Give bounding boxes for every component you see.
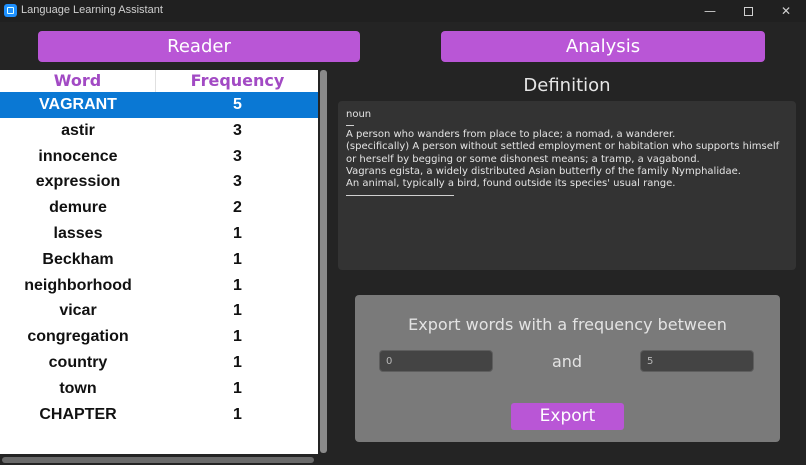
table-body: VAGRANT 5 astir 3 innocence 3 expression 3 demur…	[0, 92, 318, 427]
definition-line: (specifically) A person without settled …	[346, 141, 780, 165]
table-row[interactable]: VAGRANT 5	[0, 92, 318, 118]
frequency-cell: 2	[233, 199, 242, 217]
definition-divider	[346, 195, 454, 197]
word-cell: congregation	[27, 328, 129, 346]
word-cell: astir	[61, 121, 95, 139]
frequency-cell: 3	[233, 173, 242, 191]
reader-button[interactable]: Reader	[38, 31, 360, 62]
definition-text-box[interactable]: noun A person who wanders from place to …	[338, 101, 796, 270]
table-row[interactable]: innocence 3	[0, 144, 318, 170]
max-frequency-input[interactable]	[640, 350, 754, 372]
word-cell: CHAPTER	[39, 405, 117, 423]
frequency-cell: 1	[233, 328, 242, 346]
table-row[interactable]: vicar 1	[0, 298, 318, 324]
word-cell: vicar	[59, 302, 97, 320]
word-frequency-table: Word Frequency VAGRANT 5 astir 3 innocence 3 e…	[0, 70, 318, 454]
frequency-cell: 1	[233, 250, 242, 268]
table-row[interactable]: astir 3	[0, 118, 318, 144]
word-cell: expression	[35, 173, 121, 191]
table-vertical-scrollbar[interactable]	[320, 70, 327, 453]
frequency-cell: 1	[233, 224, 242, 242]
word-cell: demure	[49, 199, 107, 217]
frequency-cell: 1	[233, 302, 242, 320]
word-cell: Beckham	[42, 250, 114, 268]
window-title: Language Learning Assistant	[21, 4, 163, 16]
analysis-button[interactable]: Analysis	[441, 31, 765, 62]
definition-lines: A person who wanders from place to place…	[346, 129, 788, 190]
word-cell: VAGRANT	[39, 96, 117, 113]
word-cell: town	[59, 379, 97, 397]
maximize-icon	[743, 7, 753, 16]
column-header-frequency[interactable]: Frequency	[157, 70, 318, 92]
maximize-button[interactable]	[730, 0, 766, 22]
table-row[interactable]: Beckham 1	[0, 247, 318, 273]
word-cell: country	[48, 353, 108, 371]
export-label: Export words with a frequency between	[408, 315, 727, 334]
table-row[interactable]: expression 3	[0, 169, 318, 195]
frequency-cell: 1	[233, 405, 242, 423]
table-row[interactable]: country 1	[0, 350, 318, 376]
min-frequency-input[interactable]	[379, 350, 493, 372]
definition-line: An animal, typically a bird, found outsi…	[346, 178, 676, 190]
table-row[interactable]: demure 2	[0, 195, 318, 221]
frequency-cell: 1	[233, 276, 242, 294]
and-label: and	[551, 352, 583, 371]
definition-title: Definition	[523, 75, 611, 96]
minimize-button[interactable]: —	[692, 0, 728, 22]
frequency-cell: 3	[233, 121, 242, 139]
definition-line: Vagrans egista, a widely distributed Asi…	[346, 165, 741, 177]
frequency-cell: 1	[233, 353, 242, 371]
table-row[interactable]: lasses 1	[0, 221, 318, 247]
word-cell: innocence	[38, 147, 118, 165]
frequency-cell: 5	[233, 96, 242, 113]
title-bar: Language Learning Assistant — ✕	[0, 0, 806, 22]
word-cell: lasses	[53, 224, 103, 242]
frequency-cell: 1	[233, 379, 242, 397]
definition-line: A person who wanders from place to place…	[346, 129, 676, 141]
table-row[interactable]: congregation 1	[0, 324, 318, 350]
close-button[interactable]: ✕	[768, 0, 804, 22]
table-row[interactable]: CHAPTER 1	[0, 402, 318, 428]
table-header: Word Frequency	[0, 70, 318, 92]
table-row[interactable]: neighborhood 1	[0, 273, 318, 299]
export-panel: Export words with a frequency between an…	[355, 295, 780, 442]
definition-dash	[346, 125, 354, 127]
frequency-cell: 3	[233, 147, 242, 165]
export-button[interactable]: Export	[511, 403, 624, 430]
word-cell: neighborhood	[24, 276, 132, 294]
table-horizontal-scrollbar[interactable]	[2, 457, 314, 463]
part-of-speech: noun	[346, 109, 372, 120]
table-row[interactable]: town 1	[0, 376, 318, 402]
app-icon	[4, 4, 17, 17]
column-header-word[interactable]: Word	[0, 70, 156, 92]
